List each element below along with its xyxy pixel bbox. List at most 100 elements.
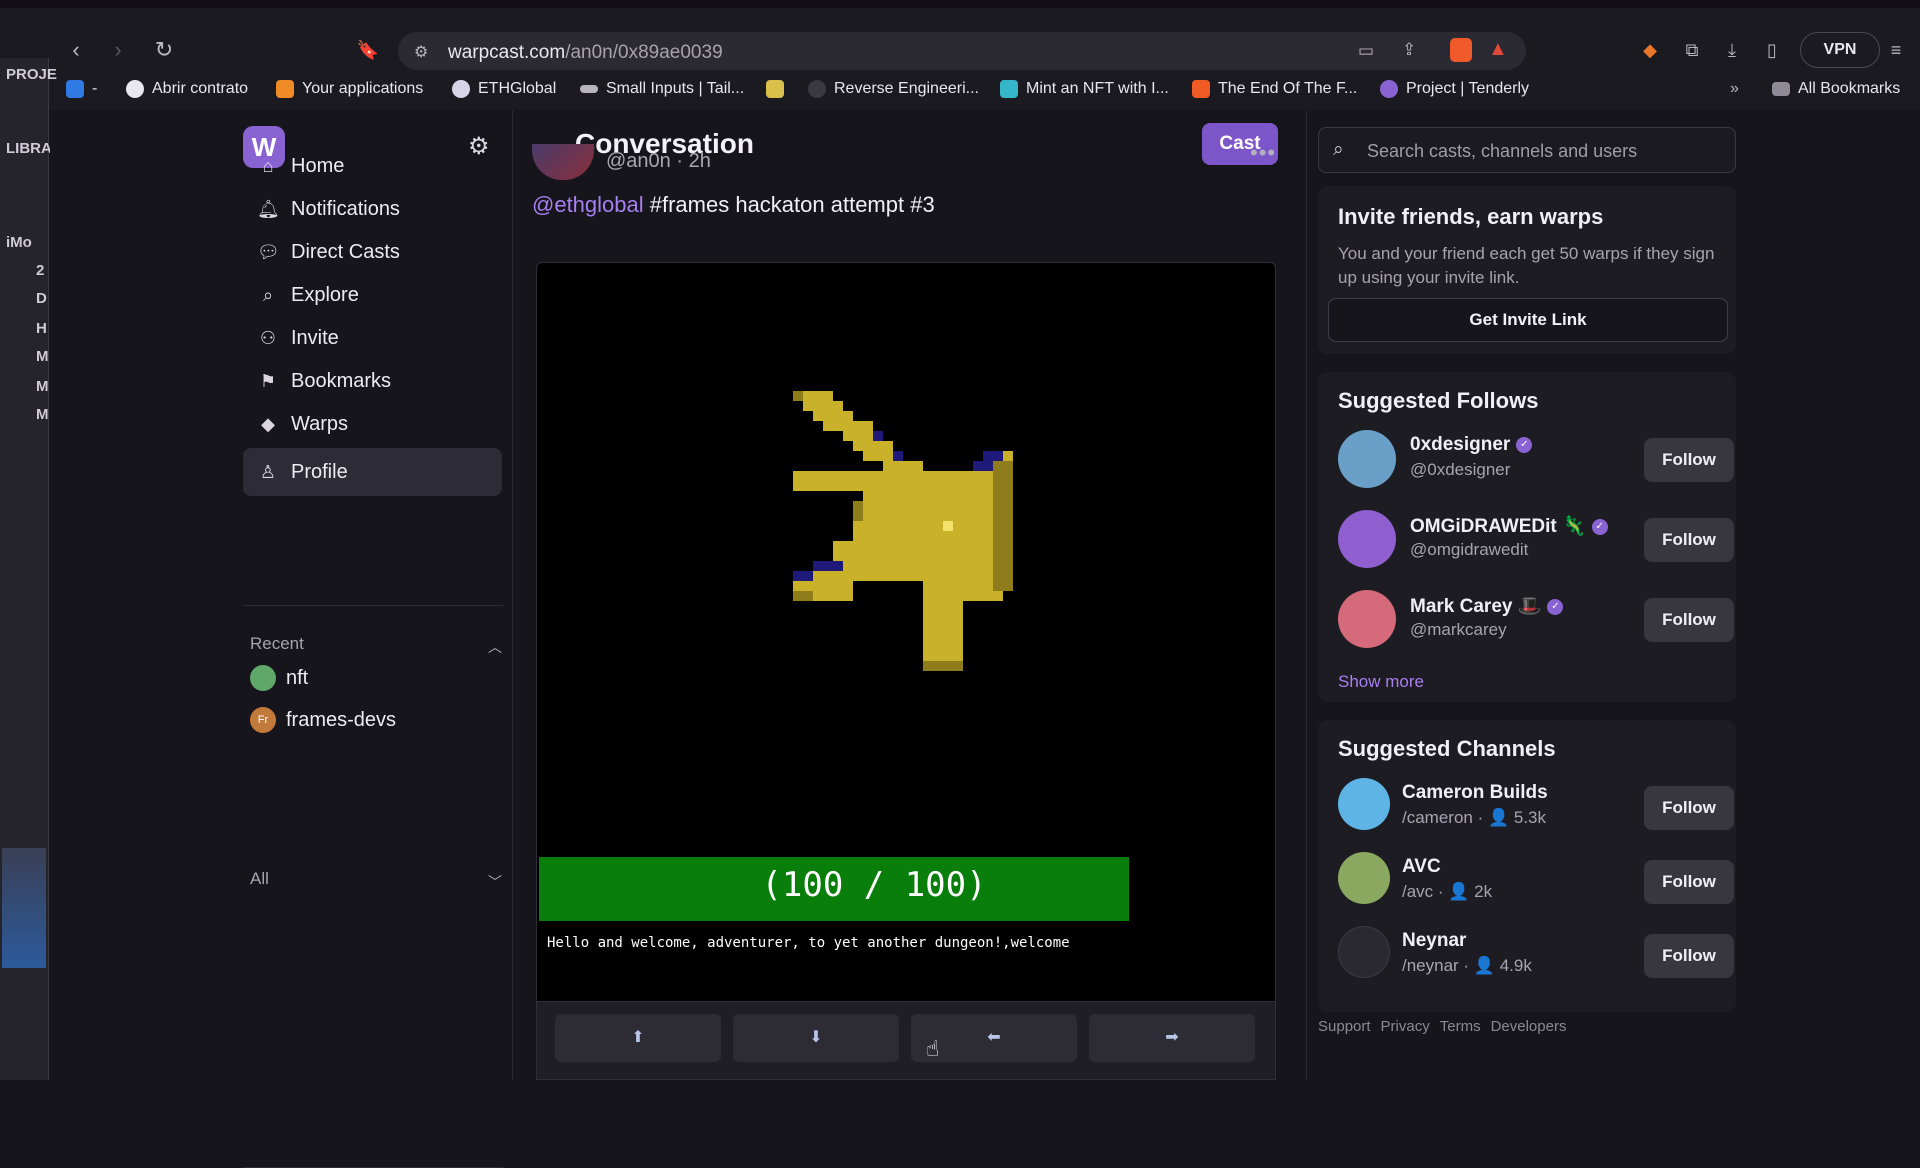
frame-button-right[interactable]: ➡ xyxy=(1089,1014,1255,1062)
site-settings-icon[interactable]: ⚙ xyxy=(414,42,428,62)
sidebar-toggle-icon[interactable]: ▯ xyxy=(1760,38,1784,62)
invite-title: Invite friends, earn warps xyxy=(1338,204,1604,229)
follow-button[interactable]: Follow xyxy=(1644,786,1734,830)
nav-bookmarks[interactable]: ⚑ Bookmarks xyxy=(243,357,502,405)
bookmark-page-icon[interactable]: 🔖 xyxy=(354,36,382,64)
follow-button[interactable]: Follow xyxy=(1644,598,1734,642)
search-icon: ⌕ xyxy=(262,284,274,305)
reload-icon[interactable]: ↻ xyxy=(150,36,178,64)
user-handle: @omgidrawedit xyxy=(1410,540,1529,559)
recent-channel-nft[interactable]: nft xyxy=(250,665,308,691)
footer-link-developers[interactable]: Developers xyxy=(1491,1018,1567,1035)
nav-invite[interactable]: ⚇ Invite xyxy=(243,314,502,362)
forward-icon[interactable]: › xyxy=(104,36,132,64)
invite-card: Invite friends, earn warps You and your … xyxy=(1318,186,1736,354)
strip-label: H xyxy=(36,320,47,337)
users-icon: ⚇ xyxy=(259,327,277,348)
follow-button[interactable]: Follow xyxy=(1644,934,1734,978)
nav-warps[interactable]: ◆ Warps xyxy=(243,400,502,448)
address-bar[interactable]: ⚙ warpcast.com/an0n/0x89ae0039 ▭ ⇪ ▲ xyxy=(398,32,1526,70)
back-icon[interactable]: ‹ xyxy=(62,36,90,64)
avatar xyxy=(1338,430,1396,488)
brave-rewards-icon[interactable]: ▲ xyxy=(1488,38,1508,61)
bookmark-item[interactable]: Project | Tenderly xyxy=(1380,80,1529,98)
footer-link-support[interactable]: Support xyxy=(1318,1018,1371,1035)
avatar xyxy=(1338,590,1396,648)
chevron-up-icon[interactable]: ︿ xyxy=(488,637,502,657)
brave-shield-icon[interactable] xyxy=(1450,38,1472,62)
thumbnail-preview xyxy=(2,848,46,968)
footer-links: Support Privacy Terms Developers xyxy=(1318,1018,1566,1035)
suggested-channels-card: Suggested Channels Cameron Builds /camer… xyxy=(1318,720,1736,1012)
avatar[interactable] xyxy=(532,144,594,180)
bookmark-item[interactable] xyxy=(766,80,784,98)
mention-link[interactable]: @ethglobal xyxy=(532,192,644,217)
strip-label: PROJE xyxy=(6,66,57,83)
invite-description: You and your friend each get 50 warps if… xyxy=(1338,244,1715,287)
diamond-icon: ◆ xyxy=(261,413,275,434)
nav-notifications[interactable]: 🔔︎ Notifications xyxy=(243,185,502,233)
bookmark-item[interactable]: Reverse Engineeri... xyxy=(808,80,979,98)
bookmark-item[interactable]: - xyxy=(66,80,97,98)
chevron-down-icon[interactable]: ﹀ xyxy=(488,872,502,892)
channel-meta: /avc · 👤 2k xyxy=(1402,882,1493,901)
search-input[interactable]: ⌕ Search casts, channels and users xyxy=(1318,127,1736,173)
cast-author-handle[interactable]: @an0n · 2h xyxy=(606,150,711,173)
frame-button-up[interactable]: ⬆ xyxy=(555,1014,721,1062)
frame-image[interactable]: (100 / 100) Hello and welcome, adventure… xyxy=(536,262,1276,1002)
bookmark-item[interactable]: Abrir contrato xyxy=(126,80,248,98)
extensions-icon[interactable]: ⧉ xyxy=(1680,38,1704,62)
bookmark-item[interactable]: Mint an NFT with I... xyxy=(1000,80,1169,98)
user-name: 0xdesigner ✓ xyxy=(1410,434,1533,456)
avatar xyxy=(1338,852,1390,904)
avatar: Fr xyxy=(250,707,276,733)
footer-link-privacy[interactable]: Privacy xyxy=(1381,1018,1430,1035)
cast-text: @ethglobal #frames hackaton attempt #3 xyxy=(532,192,935,217)
metamask-icon[interactable]: ◆ xyxy=(1638,38,1662,62)
channel-name: AVC xyxy=(1402,856,1441,877)
nav-profile[interactable]: ♙ Profile xyxy=(243,448,502,496)
column-divider xyxy=(1306,110,1307,1080)
frame-button-down[interactable]: ⬇ xyxy=(733,1014,899,1062)
bookmark-item[interactable]: Your applications xyxy=(276,80,423,98)
verified-badge-icon: ✓ xyxy=(1516,436,1533,453)
suggested-user[interactable]: OMGiDRAWEDit 🦎 ✓ @omgidrawedit Follow xyxy=(1338,508,1734,572)
bookmark-item[interactable]: ETHGlobal xyxy=(452,80,556,98)
channel-meta: /neynar · 👤 4.9k xyxy=(1402,956,1532,975)
avatar xyxy=(250,665,276,691)
nav-home[interactable]: ⌂ Home xyxy=(243,142,502,190)
all-label[interactable]: All xyxy=(250,869,269,889)
bookmark-icon: ⚑ xyxy=(259,370,277,391)
nav-direct-casts[interactable]: 💬︎ Direct Casts xyxy=(243,228,502,276)
bookmark-item[interactable]: The End Of The F... xyxy=(1192,80,1357,98)
show-more-link[interactable]: Show more xyxy=(1338,672,1424,692)
recent-channel-frames-devs[interactable]: Fr frames-devs xyxy=(250,707,396,733)
bookmark-item[interactable]: Small Inputs | Tail... xyxy=(580,80,744,98)
all-bookmarks[interactable]: All Bookmarks xyxy=(1772,80,1900,98)
follow-button[interactable]: Follow xyxy=(1644,438,1734,482)
menu-icon[interactable]: ≡ xyxy=(1884,38,1908,62)
chat-icon: 💬︎ xyxy=(257,241,280,262)
suggested-channel[interactable]: Cameron Builds /cameron · 👤 5.3k Follow xyxy=(1338,776,1734,840)
bookmarks-overflow-icon[interactable]: » xyxy=(1730,80,1739,98)
more-options-icon[interactable]: ••• xyxy=(1250,140,1276,166)
footer-link-terms[interactable]: Terms xyxy=(1440,1018,1481,1035)
avatar xyxy=(1338,510,1396,568)
vpn-button[interactable]: VPN xyxy=(1800,32,1880,68)
download-icon[interactable]: ⤓ xyxy=(1720,38,1744,62)
strip-label: iMo xyxy=(6,234,32,251)
cast-screen-icon[interactable]: ▭ xyxy=(1358,41,1374,61)
share-icon[interactable]: ⇪ xyxy=(1402,40,1416,60)
follow-button[interactable]: Follow xyxy=(1644,860,1734,904)
health-text: (100 / 100) xyxy=(761,865,987,905)
nav-explore[interactable]: ⌕ Explore xyxy=(243,271,502,319)
follow-button[interactable]: Follow xyxy=(1644,518,1734,562)
suggested-user[interactable]: 0xdesigner ✓ @0xdesigner Follow xyxy=(1338,428,1734,492)
suggested-channel[interactable]: Neynar /neynar · 👤 4.9k Follow xyxy=(1338,924,1734,988)
bell-icon: 🔔︎ xyxy=(257,198,280,219)
tab-strip xyxy=(0,0,1920,8)
suggested-channel[interactable]: AVC /avc · 👤 2k Follow xyxy=(1338,850,1734,914)
strip-label: M xyxy=(36,406,49,423)
suggested-user[interactable]: Mark Carey 🎩 ✓ @markcarey Follow xyxy=(1338,588,1734,652)
get-invite-link-button[interactable]: Get Invite Link xyxy=(1328,298,1728,342)
